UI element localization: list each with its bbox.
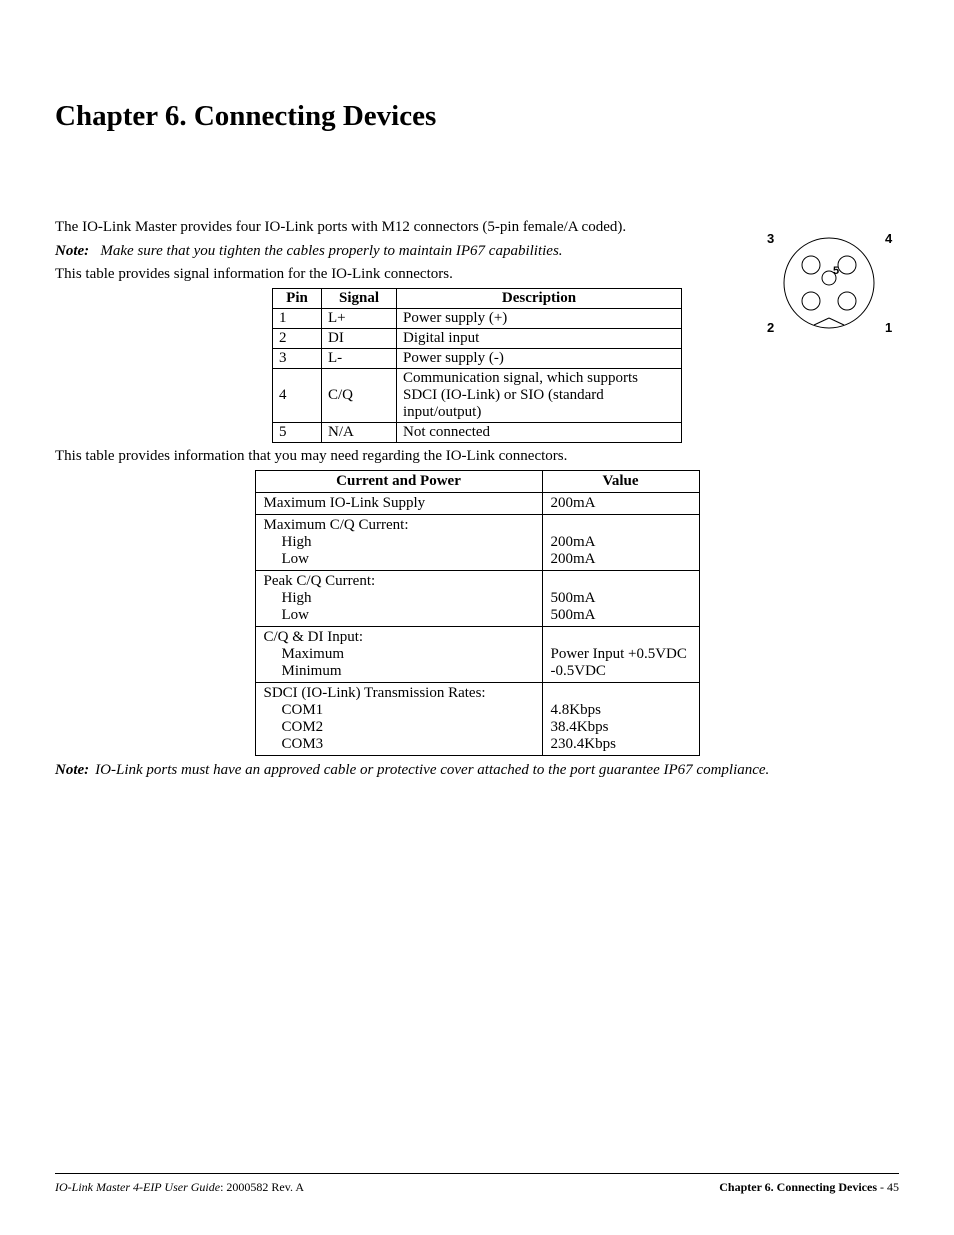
table-row: 5 N/A Not connected xyxy=(273,422,682,442)
table-row: C/Q & DI Input: Maximum Minimum Power In… xyxy=(255,626,699,682)
table-row: SDCI (IO-Link) Transmission Rates: COM1 … xyxy=(255,682,699,755)
page-footer: IO-Link Master 4-EIP User Guide: 2000582… xyxy=(55,1173,899,1195)
footer-chapter: Chapter 6. Connecting Devices xyxy=(719,1180,877,1194)
note-1-text: Make sure that you tighten the cables pr… xyxy=(100,243,562,259)
col-header-signal: Signal xyxy=(322,288,397,308)
signal-table-caption: This table provides signal information f… xyxy=(55,265,695,284)
footer-page-number: - 45 xyxy=(877,1180,899,1194)
table-row: Peak C/Q Current: High Low 500mA 500mA xyxy=(255,570,699,626)
footer-doc-title: IO-Link Master 4-EIP User Guide xyxy=(55,1180,220,1194)
col-header-description: Description xyxy=(397,288,682,308)
table-row: Maximum C/Q Current: High Low 200mA 200m… xyxy=(255,514,699,570)
table-row: 3 L- Power supply (-) xyxy=(273,348,682,368)
value-table: Current and Power Value Maximum IO-Link … xyxy=(255,470,700,756)
signal-table: Pin Signal Description 1 L+ Power supply… xyxy=(272,288,682,443)
table-header-row: Current and Power Value xyxy=(255,470,699,492)
pin-label-1: 1 xyxy=(885,320,892,335)
pin-label-4: 4 xyxy=(885,231,893,246)
col-header-param: Current and Power xyxy=(255,470,542,492)
table-row: 4 C/Q Communication signal, which suppor… xyxy=(273,368,682,422)
pin-label-5: 5 xyxy=(833,265,839,277)
note-2-text: IO-Link ports must have an approved cabl… xyxy=(95,762,769,778)
page-title: Chapter 6. Connecting Devices xyxy=(55,100,899,133)
col-header-pin: Pin xyxy=(273,288,322,308)
value-table-caption: This table provides information that you… xyxy=(55,447,899,466)
table-header-row: Pin Signal Description xyxy=(273,288,682,308)
note-label: Note: xyxy=(55,243,89,259)
table-row: 2 DI Digital input xyxy=(273,328,682,348)
table-row: 1 L+ Power supply (+) xyxy=(273,308,682,328)
connector-pinout-diagram: 3 4 5 2 1 xyxy=(759,223,899,348)
pin-label-2: 2 xyxy=(767,320,774,335)
pin-label-3: 3 xyxy=(767,231,774,246)
table-row: Maximum IO-Link Supply 200mA xyxy=(255,492,699,514)
footer-doc-rev: : 2000582 Rev. A xyxy=(220,1180,304,1194)
intro-paragraph: The IO-Link Master provides four IO-Link… xyxy=(55,218,695,237)
col-header-value: Value xyxy=(542,470,699,492)
note-label: Note: xyxy=(55,762,89,778)
